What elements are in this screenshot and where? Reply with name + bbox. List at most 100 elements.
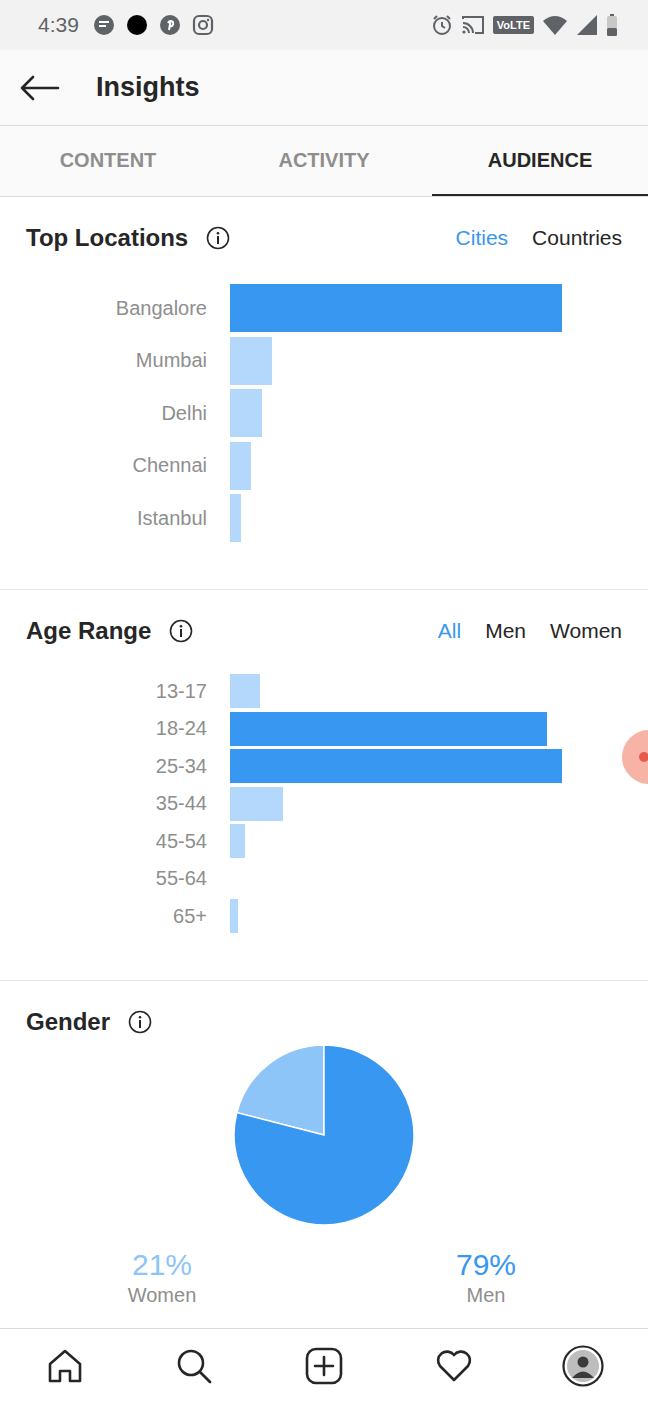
section-title: Age Range [26,617,151,645]
status-time: 4:39 [38,13,79,37]
tab-label: CONTENT [60,149,157,172]
alarm-icon [431,14,453,36]
bar [230,899,238,933]
bar-label: 35-44 [26,792,207,815]
bar-track [230,899,562,933]
info-icon[interactable] [206,226,230,250]
section-header: Age Range All Men Women [26,614,622,648]
bar-label: Istanbul [26,507,207,530]
legend-label: Men [467,1283,506,1307]
filter-toggles: All Men Women [438,619,622,643]
insights-screen: 4:39 VoLTE Insights CONTENT ACTIVITY AUDIE… [0,0,648,1402]
bar-label: Mumbai [26,349,207,372]
bar [230,787,283,821]
bar-label: 55-64 [26,867,207,890]
bar-track [230,284,562,332]
section-title: Gender [26,1008,110,1036]
new-post-icon[interactable] [305,1347,343,1385]
bar-track [230,494,562,542]
bar [230,284,562,332]
pinterest-icon [159,14,181,36]
instagram-icon [192,14,214,36]
bar-row: Delhi [26,389,622,437]
filter-toggles: Cities Countries [456,226,622,250]
filter-toggle[interactable]: Cities [456,226,509,250]
notification-icons [93,14,214,36]
legend-item: 79% Men [324,1247,648,1307]
bottom-nav [0,1328,648,1402]
legend-percent: 21% [132,1247,192,1283]
status-bar: 4:39 VoLTE [0,0,648,50]
audience-content: Top Locations Cities Countries Bangalore … [0,197,648,1328]
bar-row: 65+ [26,899,622,933]
bar [230,749,562,783]
info-icon[interactable] [169,619,193,643]
legend-label: Women [128,1283,197,1307]
floating-bubble[interactable] [622,730,648,784]
bar-label: 25-34 [26,755,207,778]
bar [230,674,260,708]
filter-toggle[interactable]: All [438,619,461,643]
bar-track [230,712,562,746]
back-arrow-icon[interactable] [20,75,60,101]
tab[interactable]: AUDIENCE [432,126,648,196]
section-header: Top Locations Cities Countries [26,221,622,255]
header: Insights [0,50,648,125]
message-icon [93,14,115,36]
legend-item: 21% Women [0,1247,324,1307]
heart-icon[interactable] [435,1347,473,1385]
bar [230,442,251,490]
bar-row: Mumbai [26,337,622,385]
gender-pie-chart [234,1045,414,1225]
filter-toggle[interactable]: Women [550,619,622,643]
bar-row: Bangalore [26,284,622,332]
bar-chart: Bangalore Mumbai Delhi Chennai Istanbul [26,284,622,542]
info-icon[interactable] [128,1010,152,1034]
bar-row: 18-24 [26,712,622,746]
bar-row: 13-17 [26,674,622,708]
filter-toggle[interactable]: Countries [532,226,622,250]
age-range-section: Age Range All Men Women 13-17 18-24 25-34 … [0,590,648,981]
bar-label: 65+ [26,905,207,928]
bar-track [230,389,562,437]
wifi-icon [542,14,568,36]
home-icon[interactable] [46,1347,84,1385]
search-icon[interactable] [175,1347,213,1385]
bar [230,337,272,385]
gender-section: Gender 21% Women79% Men [0,981,648,1307]
filter-toggle[interactable]: Men [485,619,526,643]
bar-label: 18-24 [26,717,207,740]
signal-icon [576,14,598,36]
app-dot-icon [126,14,148,36]
pie-slice [234,1045,414,1225]
bar-track [230,674,562,708]
battery-icon [606,13,618,37]
system-icons: VoLTE [431,13,618,37]
bar-row: 35-44 [26,787,622,821]
bar [230,712,547,746]
profile-avatar-icon[interactable] [562,1345,604,1387]
tab-bar: CONTENT ACTIVITY AUDIENCE [0,125,648,197]
bar-label: Bangalore [26,297,207,320]
section-header: Gender [26,1005,622,1039]
bar-track [230,824,562,858]
bar [230,824,245,858]
bar [230,494,241,542]
bar-label: 13-17 [26,680,207,703]
bar-row: 25-34 [26,749,622,783]
bar-label: Delhi [26,402,207,425]
section-title: Top Locations [26,224,188,252]
bar-track [230,787,562,821]
bar-row: Istanbul [26,494,622,542]
bar-chart: 13-17 18-24 25-34 35-44 45-54 55-64 65+ [26,674,622,933]
tab[interactable]: ACTIVITY [216,126,432,196]
tab-label: AUDIENCE [488,149,592,172]
bar [230,389,262,437]
header-title: Insights [96,72,200,103]
tab[interactable]: CONTENT [0,126,216,196]
bar-label: 45-54 [26,830,207,853]
volte-badge: VoLTE [493,16,534,34]
bar-row: Chennai [26,442,622,490]
cast-icon [461,14,485,36]
bar-track [230,862,562,896]
